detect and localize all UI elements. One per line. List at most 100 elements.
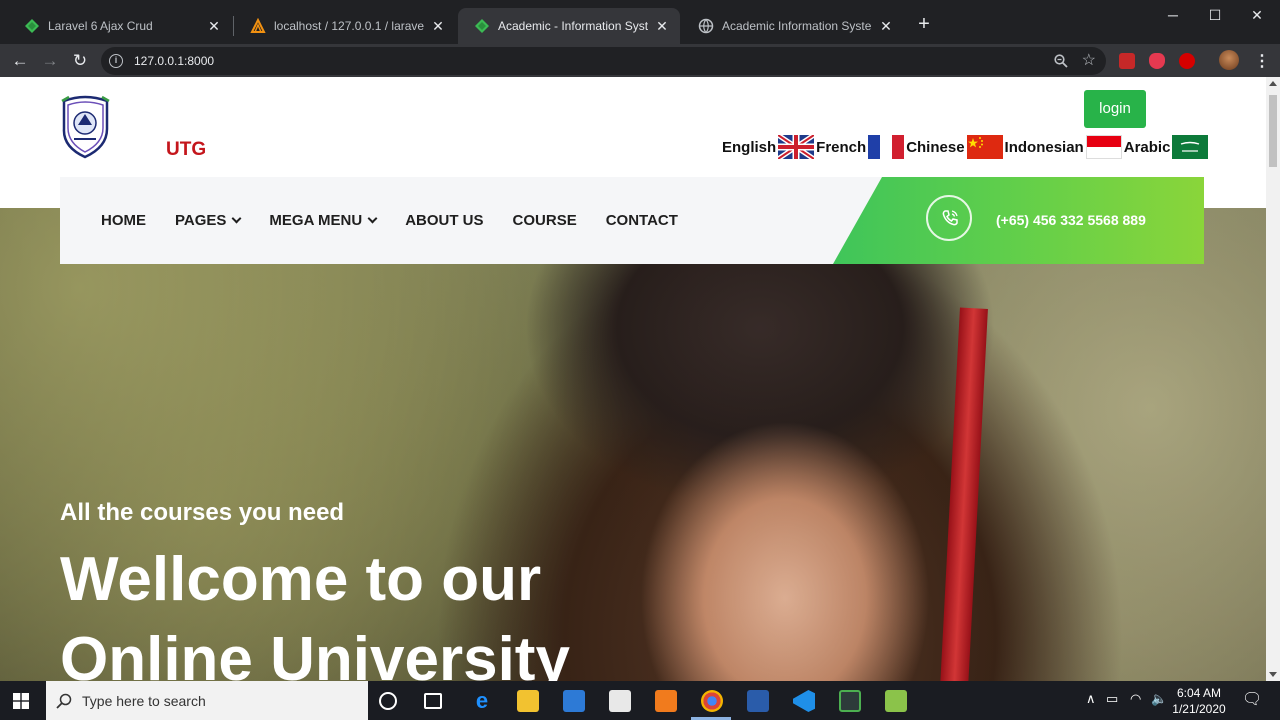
university-crest-logo[interactable] [60,95,111,159]
browser-tab-academic-active[interactable]: Academic - Information System ✕ [458,8,680,44]
xampp-icon[interactable] [655,690,677,712]
nav-about-us[interactable]: ABOUT US [405,212,483,229]
laravel-green-diamond-icon [475,19,489,33]
phone-contact-panel: (+65) 456 332 5568 889 [833,177,1204,264]
chevron-down-icon [367,213,378,224]
close-tab-icon[interactable]: ✕ [654,18,670,35]
hero-title-line-1: Wellcome to our [60,545,542,614]
notification-center-icon[interactable]: 🗨 [1242,689,1262,709]
close-tab-icon[interactable]: ✕ [206,18,222,35]
file-explorer-icon[interactable] [517,690,539,712]
store-icon[interactable] [563,690,585,712]
maximize-button[interactable]: ☐ [1192,0,1238,30]
vscode-icon[interactable] [793,690,815,712]
reload-icon[interactable]: ↻ [69,50,91,72]
clock-time: 6:04 AM [1176,686,1222,700]
battery-icon[interactable]: ▭ [1106,691,1118,707]
language-label: French [816,138,867,156]
browser-menu-icon[interactable]: ⋮ [1254,51,1270,71]
nav-label: CONTACT [605,212,678,229]
language-indonesian[interactable]: Indonesian [1005,135,1124,159]
system-clock[interactable]: 6:04 AM 1/21/2020 [1170,685,1228,717]
saudi-flag-icon [1172,135,1209,159]
adblock-extension-icon[interactable] [1179,53,1195,69]
uk-flag-icon [778,135,815,159]
zoom-icon[interactable] [1054,54,1068,68]
close-tab-icon[interactable]: ✕ [878,18,894,35]
windows-start-icon[interactable] [13,693,29,709]
close-tab-icon[interactable]: ✕ [430,18,446,35]
phone-icon-circle[interactable] [926,195,972,241]
scroll-down-arrow-icon[interactable] [1269,672,1277,677]
show-hidden-icons-chevron[interactable]: ∧ [1086,691,1096,707]
hero-title-line-2: Online University [60,625,570,681]
cortana-icon[interactable] [379,692,397,710]
language-arabic[interactable]: Arabic [1124,135,1211,159]
hero-title: Wellcome to our Online University [60,540,570,681]
phpmyadmin-icon [250,18,266,33]
scrollbar-thumb[interactable] [1269,95,1277,167]
browser-tab-laravel-crud[interactable]: Laravel 6 Ajax Crud ✕ [8,8,232,44]
volume-icon[interactable]: 🔈 [1151,691,1167,707]
nav-pages[interactable]: PAGES [175,212,242,229]
page-scrollbar[interactable] [1266,77,1280,681]
browser-tab-academic-2[interactable]: Academic Information System| ( ✕ [682,8,904,44]
bookmark-star-icon[interactable]: ☆ [1082,50,1096,70]
search-placeholder: Type here to search [82,692,206,709]
language-label: English [722,138,777,156]
chevron-down-icon [231,213,242,224]
shield-extension-icon[interactable] [1149,53,1165,69]
nav-label: MEGA MENU [269,212,363,229]
tab-title: Laravel 6 Ajax Crud [48,19,153,33]
page-viewport: UTG login English French Chinese Indones… [0,77,1266,681]
wifi-icon[interactable]: ◠ [1130,691,1141,707]
task-view-icon[interactable] [424,693,442,709]
hero-subtitle: All the courses you need [60,499,345,526]
chrome-icon[interactable] [701,690,723,712]
taskbar-search-box[interactable]: Type here to search [46,681,368,720]
nav-mega-menu[interactable]: MEGA MENU [269,212,378,229]
phone-number[interactable]: (+65) 456 332 5568 889 [996,212,1146,228]
nav-label: HOME [101,212,146,229]
nav-home[interactable]: HOME [101,212,146,229]
sublime-text-icon[interactable] [839,690,861,712]
nav-label: COURSE [512,212,577,229]
tab-title: localhost / 127.0.0.1 / laravel-sch [274,19,424,33]
language-label: Chinese [906,138,965,156]
nav-label: PAGES [175,212,227,229]
edge-browser-icon[interactable]: e [471,690,493,712]
profile-avatar[interactable] [1219,50,1239,70]
url-text[interactable]: 127.0.0.1:8000 [134,54,214,68]
language-french[interactable]: French [816,135,906,159]
language-chinese[interactable]: Chinese [906,135,1004,159]
brand-name[interactable]: UTG [166,139,206,161]
browser-tab-phpmyadmin[interactable]: localhost / 127.0.0.1 / laravel-sch ✕ [234,8,456,44]
close-window-button[interactable]: ✕ [1234,0,1280,30]
login-button[interactable]: login [1084,90,1146,128]
language-english[interactable]: English [722,135,816,159]
indonesia-flag-icon [1085,135,1122,159]
powershell-icon[interactable] [747,690,769,712]
search-icon [56,693,72,709]
tab-title: Academic Information System| ( [722,19,872,33]
notepad-plus-icon[interactable] [885,690,907,712]
scroll-up-arrow-icon[interactable] [1269,81,1277,86]
language-label: Arabic [1123,138,1171,156]
forward-arrow-icon[interactable]: → [39,50,61,72]
back-arrow-icon[interactable]: ← [9,50,31,72]
new-tab-button[interactable]: + [914,14,934,34]
extension-red-icon[interactable] [1119,53,1135,69]
minimize-button[interactable]: ─ [1150,0,1196,30]
mail-icon[interactable] [609,690,631,712]
nav-course[interactable]: COURSE [513,212,577,229]
main-menu: HOME PAGES MEGA MENU ABOUT US COURSE CON… [101,177,707,264]
language-switcher: English French Chinese Indonesian Arabic [722,134,1210,160]
address-bar[interactable]: i 127.0.0.1:8000 ☆ [101,47,1106,75]
nav-contact[interactable]: CONTACT [606,212,678,229]
browser-tab-bar: Laravel 6 Ajax Crud ✕ localhost / 127.0.… [0,0,1280,44]
browser-toolbar: ← → ↻ i 127.0.0.1:8000 ☆ ⋮ [0,44,1280,77]
tab-title: Academic - Information System [498,19,648,33]
phone-ringing-icon [942,210,958,226]
site-info-icon[interactable]: i [109,54,123,68]
globe-icon [698,18,714,34]
